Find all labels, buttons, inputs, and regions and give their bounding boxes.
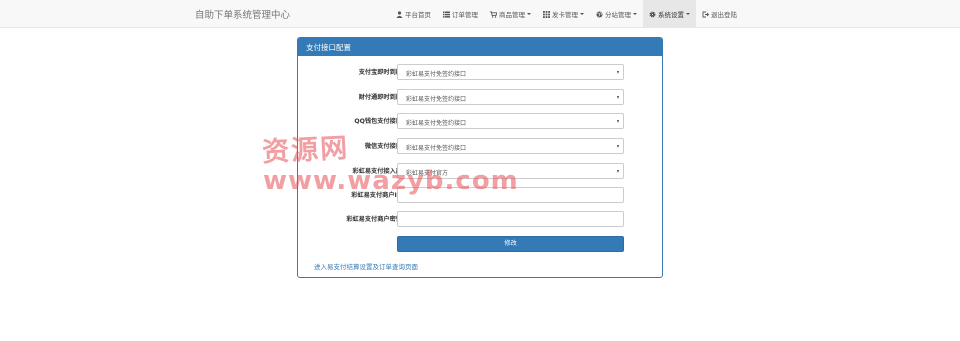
nav-cards-label: 发卡管理 bbox=[552, 11, 578, 19]
globe-icon bbox=[596, 11, 603, 18]
brand-title[interactable]: 自助下单系统管理中心 bbox=[195, 7, 290, 21]
alipay-select[interactable]: 彩虹易支付免签约接口 bbox=[397, 64, 624, 80]
panel-title: 支付接口配置 bbox=[298, 38, 662, 56]
form-row-alipay: 支付宝即时到账 彩虹易支付免签约接口 bbox=[298, 64, 662, 80]
chevron-down-icon bbox=[527, 13, 531, 15]
nav-settings[interactable]: 系统设置 bbox=[643, 0, 696, 28]
settlement-link[interactable]: 进入易支付结算设置及订单查询页面 bbox=[314, 261, 418, 271]
chevron-down-icon bbox=[617, 170, 619, 173]
qqpay-select[interactable]: 彩虹易支付免签约接口 bbox=[397, 113, 624, 129]
form-row-qqpay: QQ钱包支付接口 彩虹易支付免签约接口 bbox=[298, 113, 662, 129]
form-row-merchant-key: 彩虹易支付商户密钥 bbox=[298, 211, 662, 227]
nav-home[interactable]: 平台首页 bbox=[390, 0, 437, 28]
chevron-down-icon bbox=[617, 96, 619, 99]
grid-icon bbox=[543, 10, 550, 18]
form-row-wxpay: 微信支付接口 彩虹易支付免签约接口 bbox=[298, 138, 662, 154]
chevron-down-icon bbox=[686, 13, 690, 15]
nav-orders[interactable]: 订单管理 bbox=[437, 0, 484, 28]
chevron-down-icon bbox=[617, 120, 619, 123]
nav-substations[interactable]: 分站管理 bbox=[590, 0, 643, 28]
list-icon bbox=[443, 11, 450, 18]
nav-cards[interactable]: 发卡管理 bbox=[537, 0, 590, 28]
main-nav: 平台首页 订单管理 商品管理 发卡管理 分站管理 系统设置 退出登陆 bbox=[390, 0, 743, 28]
tenpay-select[interactable]: 彩虹易支付免签约接口 bbox=[397, 89, 624, 105]
payment-config-panel: 支付接口配置 支付宝即时到账 彩虹易支付免签约接口 财付通即时到账 彩虹易支付免… bbox=[297, 37, 663, 278]
nav-products[interactable]: 商品管理 bbox=[484, 0, 537, 28]
nav-products-label: 商品管理 bbox=[499, 11, 525, 19]
logout-icon bbox=[702, 11, 710, 18]
alipay-label: 支付宝即时到账 bbox=[358, 69, 402, 76]
chevron-down-icon bbox=[633, 13, 637, 15]
watermark-url: www.wazyb.com bbox=[263, 166, 519, 196]
watermark-text: 资源网 bbox=[261, 132, 350, 169]
chevron-down-icon bbox=[617, 71, 619, 74]
tenpay-select-value: 彩虹易支付免签约接口 bbox=[406, 96, 467, 103]
qqpay-select-value: 彩虹易支付免签约接口 bbox=[406, 120, 467, 127]
tenpay-label: 财付通即时到账 bbox=[358, 94, 402, 101]
nav-home-label: 平台首页 bbox=[405, 11, 431, 19]
submit-button[interactable]: 修改 bbox=[397, 236, 624, 252]
wxpay-select-value: 彩虹易支付免签约接口 bbox=[406, 145, 467, 152]
merchant-key-label: 彩虹易支付商户密钥 bbox=[346, 216, 402, 223]
user-icon bbox=[396, 10, 403, 18]
nav-logout[interactable]: 退出登陆 bbox=[696, 0, 743, 28]
gear-icon bbox=[649, 11, 656, 18]
chevron-down-icon bbox=[580, 13, 584, 15]
wxpay-select[interactable]: 彩虹易支付免签约接口 bbox=[397, 138, 624, 154]
alipay-select-value: 彩虹易支付免签约接口 bbox=[406, 71, 467, 78]
nav-logout-label: 退出登陆 bbox=[711, 11, 737, 19]
merchant-key-input[interactable] bbox=[397, 211, 624, 227]
nav-settings-label: 系统设置 bbox=[658, 11, 684, 19]
nav-orders-label: 订单管理 bbox=[452, 11, 478, 19]
shopping-cart-icon bbox=[490, 10, 498, 18]
form-row-tenpay: 财付通即时到账 彩虹易支付免签约接口 bbox=[298, 89, 662, 105]
top-navbar: 自助下单系统管理中心 平台首页 订单管理 商品管理 发卡管理 分站管理 系统设置… bbox=[0, 0, 960, 28]
qqpay-label: QQ钱包支付接口 bbox=[354, 118, 402, 125]
nav-substations-label: 分站管理 bbox=[605, 11, 631, 19]
chevron-down-icon bbox=[617, 145, 619, 148]
